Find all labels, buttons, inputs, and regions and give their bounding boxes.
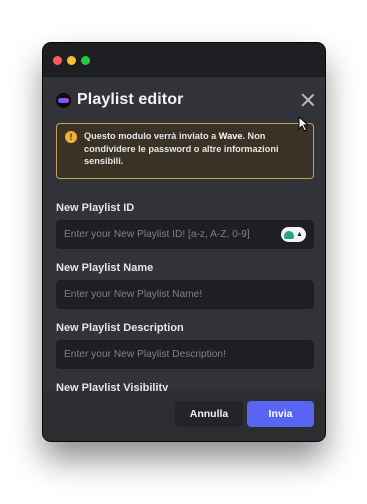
cancel-button[interactable]: Annulla — [175, 401, 243, 427]
playlist-description-input[interactable] — [64, 349, 306, 360]
playlist-name-label: New Playlist Name — [56, 262, 154, 274]
warning-text: Questo modulo verrà inviato a Wave. Non … — [84, 131, 279, 166]
mouse-pointer-icon — [298, 116, 310, 132]
close-icon[interactable] — [301, 93, 315, 107]
warning-icon: ! — [65, 131, 77, 143]
warning-app-name: Wave — [218, 131, 243, 141]
playlist-description-field[interactable] — [56, 340, 314, 369]
window-titlebar[interactable] — [43, 43, 325, 77]
modal-footer: Annulla Invia — [43, 391, 325, 441]
playlist-editor-modal: Playlist editor ! Questo modulo verrà in… — [43, 77, 325, 441]
playlist-id-label: New Playlist ID — [56, 202, 135, 214]
zoom-window-button[interactable] — [81, 56, 90, 65]
playlist-name-input[interactable] — [64, 289, 306, 300]
submit-button[interactable]: Invia — [247, 401, 314, 427]
warning-banner: ! Questo modulo verrà inviato a Wave. No… — [56, 123, 314, 179]
app-window: Playlist editor ! Questo modulo verrà in… — [43, 43, 325, 441]
modal-title: Playlist editor — [77, 91, 184, 108]
playlist-id-input[interactable] — [64, 229, 275, 240]
close-window-button[interactable] — [53, 56, 62, 65]
wave-logo-icon — [56, 92, 71, 108]
playlist-id-field[interactable]: ▲ — [56, 220, 314, 249]
modal-header: Playlist editor — [56, 87, 315, 113]
minimize-window-button[interactable] — [67, 56, 76, 65]
generator-toggle-icon[interactable]: ▲ — [281, 227, 306, 242]
playlist-name-field[interactable] — [56, 280, 314, 309]
playlist-description-label: New Playlist Description — [56, 322, 184, 334]
